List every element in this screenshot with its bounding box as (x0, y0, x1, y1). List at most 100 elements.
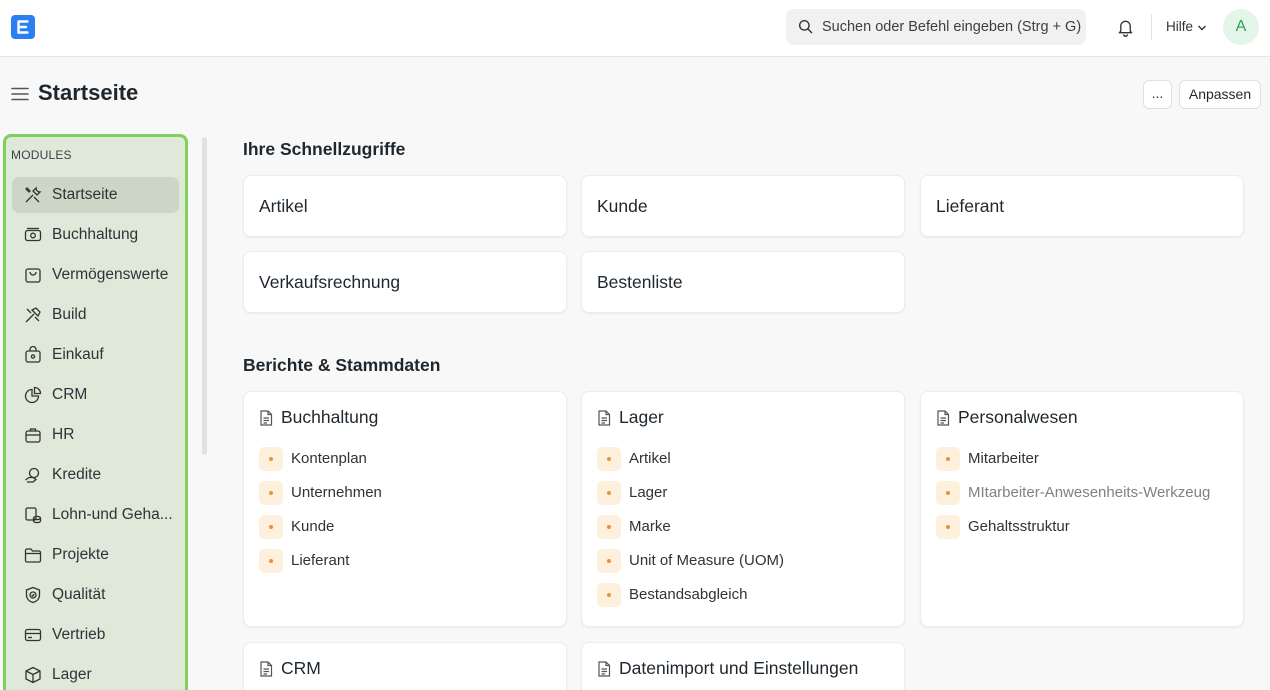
report-card-personalwesen: Personalwesen Mitarbeiter MItarbeiter-An… (920, 391, 1244, 627)
bullet-dot-icon (597, 515, 621, 539)
avatar[interactable]: A (1223, 9, 1259, 45)
page-title: Startseite (38, 80, 139, 105)
report-card-lager: Lager Artikel Lager Marke Unit of Measur… (581, 391, 905, 627)
customize-button[interactable]: Anpassen (1179, 80, 1261, 109)
document-icon (936, 410, 950, 431)
report-card-title: Datenimport und Einstellungen (619, 658, 859, 678)
report-link-label: Lieferant (291, 552, 350, 569)
help-label: Hilfe (1166, 19, 1194, 34)
shortcuts-title: Ihre Schnellzugriffe (243, 139, 406, 159)
sidebar-item-label: Vertrieb (52, 626, 106, 643)
sidebar-item-lager[interactable]: Lager (12, 657, 179, 690)
report-link-label: Mitarbeiter (968, 450, 1039, 467)
sidebar-item-vertrieb[interactable]: Vertrieb (12, 617, 179, 653)
report-card-buchhaltung: Buchhaltung Kontenplan Unternehmen Kunde… (243, 391, 567, 627)
document-icon (597, 661, 611, 682)
top-navbar: Suchen oder Befehl eingeben (Strg + G) H… (0, 0, 1270, 57)
bullet-dot-icon (597, 447, 621, 471)
sidebar-item-hr[interactable]: HR (12, 417, 179, 453)
more-options-button[interactable]: ... (1143, 80, 1172, 109)
shortcut-card-kunde[interactable]: Kunde (581, 175, 905, 237)
sidebar-item-einkauf[interactable]: Einkauf (12, 337, 179, 373)
search-icon (798, 19, 813, 39)
report-card-title: Buchhaltung (281, 407, 379, 427)
shortcut-card-lieferant[interactable]: Lieferant (920, 175, 1244, 237)
sidebar-item-label: Lohn-und Geha... (52, 506, 173, 523)
sidebar-item-lohn-und-gehalt[interactable]: Lohn-und Geha... (12, 497, 179, 533)
sidebar-item-label: Vermögenswerte (52, 266, 169, 283)
bullet-dot-icon (597, 583, 621, 607)
sidebar-item-startseite[interactable]: Startseite (12, 177, 179, 213)
notification-bell-icon[interactable] (1116, 17, 1135, 42)
report-link-label: Unternehmen (291, 484, 382, 501)
sidebar-item-kredite[interactable]: Kredite (12, 457, 179, 493)
report-link-label: Unit of Measure (UOM) (629, 552, 785, 569)
document-icon (597, 410, 611, 431)
bullet-dot-icon (597, 549, 621, 573)
sidebar-item-label: Einkauf (52, 346, 104, 363)
report-card-title: CRM (281, 658, 321, 678)
report-card-crm: CRM (243, 642, 567, 690)
menu-toggle-icon[interactable] (11, 86, 29, 107)
bullet-dot-icon (936, 515, 960, 539)
bag-icon (24, 266, 42, 289)
sidebar: MODULES Startseite Buchhaltung Vermögens… (3, 134, 188, 690)
card-icon (24, 626, 42, 649)
payroll-icon (24, 506, 42, 529)
shortcut-card-artikel[interactable]: Artikel (243, 175, 567, 237)
report-link-label: Gehaltsstruktur (968, 518, 1070, 535)
shield-check-icon (24, 586, 42, 609)
shortcut-card-bestenliste[interactable]: Bestenliste (581, 251, 905, 313)
sidebar-item-label: CRM (52, 386, 88, 403)
document-icon (259, 410, 273, 431)
sidebar-item-label: Qualität (52, 586, 106, 603)
bullet-dot-icon (259, 481, 283, 505)
sidebar-item-projekte[interactable]: Projekte (12, 537, 179, 573)
sidebar-item-label: Build (52, 306, 87, 323)
reports-title: Berichte & Stammdaten (243, 355, 441, 375)
shortcut-card-verkaufsrechnung[interactable]: Verkaufsrechnung (243, 251, 567, 313)
report-link-label: Lager (629, 484, 668, 501)
folder-icon (24, 546, 42, 569)
bullet-dot-icon (259, 447, 283, 471)
sidebar-item-qualitaet[interactable]: Qualität (12, 577, 179, 613)
report-link-label: Artikel (629, 450, 671, 467)
sidebar-item-build[interactable]: Build (12, 297, 179, 333)
report-link-label: Bestandsabgleich (629, 586, 748, 603)
search-input[interactable]: Suchen oder Befehl eingeben (Strg + G) (786, 9, 1086, 45)
report-link-label: Kunde (291, 518, 335, 535)
bullet-dot-icon (597, 481, 621, 505)
bullet-dot-icon (259, 549, 283, 573)
shortcut-label: Verkaufsrechnung (259, 272, 401, 292)
hand-coins-icon (24, 466, 42, 489)
sidebar-item-crm[interactable]: CRM (12, 377, 179, 413)
box-icon (24, 666, 42, 689)
pie-chart-icon (24, 386, 42, 409)
sidebar-item-buchhaltung[interactable]: Buchhaltung (12, 217, 179, 253)
sidebar-item-label: HR (52, 426, 75, 443)
document-icon (259, 661, 273, 682)
report-link-label: Kontenplan (291, 450, 367, 467)
shortcut-label: Bestenliste (597, 272, 683, 292)
sidebar-item-label: Startseite (52, 186, 118, 203)
report-link-label: Marke (629, 518, 671, 535)
shortcut-label: Lieferant (936, 196, 1005, 216)
sidebar-item-label: Kredite (52, 466, 102, 483)
bullet-dot-icon (936, 481, 960, 505)
shortcut-label: Artikel (259, 196, 308, 216)
bullet-dot-icon (259, 515, 283, 539)
shopping-bag-icon (24, 345, 42, 369)
search-placeholder: Suchen oder Befehl eingeben (Strg + G) (822, 19, 1082, 35)
sidebar-section-title: MODULES (11, 148, 72, 162)
report-link-label: MItarbeiter-Anwesenheits-Werkzeug (968, 484, 1211, 501)
sidebar-item-label: Buchhaltung (52, 226, 139, 243)
help-menu-button[interactable]: Hilfe (1166, 19, 1207, 35)
sidebar-item-vermoegenswerte[interactable]: Vermögenswerte (12, 257, 179, 293)
money-icon (24, 226, 42, 249)
app-logo-icon[interactable] (11, 15, 35, 39)
hammer-icon (24, 306, 42, 329)
sidebar-scrollbar[interactable] (202, 137, 207, 455)
sidebar-item-label: Lager (52, 666, 92, 683)
navbar-divider (1151, 14, 1152, 40)
chevron-down-icon (1197, 20, 1207, 35)
